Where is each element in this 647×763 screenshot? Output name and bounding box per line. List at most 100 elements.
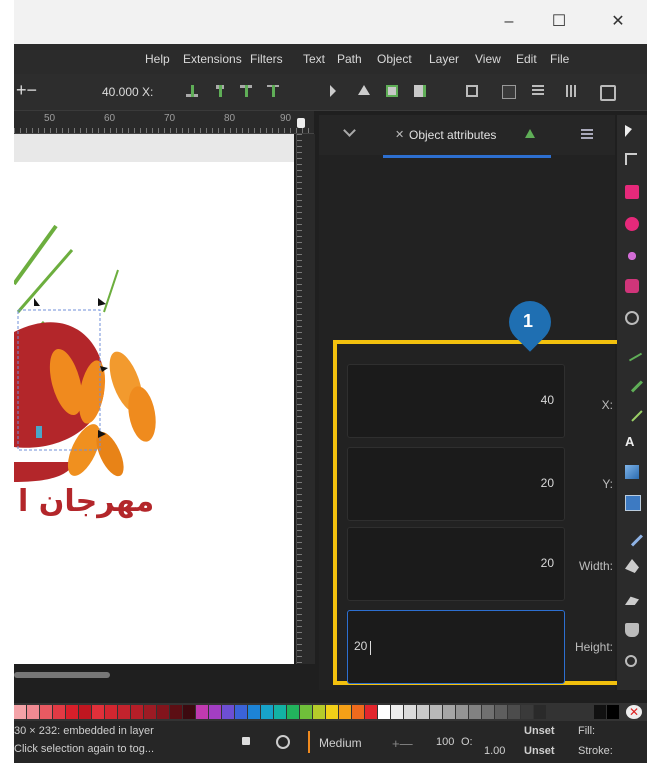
pencil-tool-icon[interactable] xyxy=(621,370,643,393)
text-tool-icon[interactable]: A xyxy=(625,435,639,449)
spray-tool-icon[interactable] xyxy=(625,623,639,637)
swatch[interactable] xyxy=(482,705,494,719)
horizontal-scrollbar[interactable] xyxy=(14,672,110,678)
swatch[interactable] xyxy=(417,705,429,719)
align-center-icon[interactable] xyxy=(214,85,226,97)
pen-tool-icon[interactable] xyxy=(621,340,643,362)
selector-tool-icon[interactable] xyxy=(625,125,632,137)
distribute-icon[interactable] xyxy=(267,85,279,97)
close-button[interactable]: ✕ xyxy=(603,10,633,34)
raise-icon[interactable] xyxy=(386,85,398,97)
swatch[interactable] xyxy=(105,705,117,719)
menu-edit[interactable]: Edit xyxy=(516,44,537,74)
swatch[interactable] xyxy=(508,705,520,719)
swatch[interactable] xyxy=(14,705,26,719)
swatch[interactable] xyxy=(339,705,351,719)
menu-filters[interactable]: Filters xyxy=(250,44,283,74)
chevron-down-icon[interactable] xyxy=(343,124,356,137)
3d-box-tool-icon[interactable] xyxy=(625,279,639,293)
maximize-button[interactable]: ☐ xyxy=(544,10,574,34)
swatch[interactable] xyxy=(66,705,78,719)
lock-icon[interactable] xyxy=(297,118,305,128)
lower-icon[interactable] xyxy=(414,85,426,97)
swatch[interactable] xyxy=(326,705,338,719)
menu-file[interactable]: File xyxy=(550,44,569,74)
swatch[interactable] xyxy=(313,705,325,719)
swatch[interactable] xyxy=(79,705,91,719)
align-top-icon[interactable] xyxy=(240,85,252,97)
swatch[interactable] xyxy=(222,705,234,719)
opacity-value[interactable]: 100 xyxy=(436,736,454,748)
swatch[interactable] xyxy=(261,705,273,719)
swatch[interactable] xyxy=(196,705,208,719)
panel-menu-icon[interactable] xyxy=(581,129,593,139)
swatch[interactable] xyxy=(378,705,390,719)
menu-extensions[interactable]: Extensions xyxy=(183,44,242,74)
swatch[interactable] xyxy=(131,705,143,719)
align-left-icon[interactable] xyxy=(186,85,198,97)
height-field[interactable]: 20 xyxy=(347,610,565,684)
swatch[interactable] xyxy=(27,705,39,719)
swatch[interactable] xyxy=(209,705,221,719)
y-field[interactable]: 20 xyxy=(347,447,565,521)
layer-lock-icon[interactable] xyxy=(242,737,250,745)
menu-text[interactable]: Text xyxy=(303,44,325,74)
swatch[interactable] xyxy=(469,705,481,719)
swatch[interactable] xyxy=(144,705,156,719)
menu-help[interactable]: Help xyxy=(145,44,170,74)
swatch[interactable] xyxy=(352,705,364,719)
swatch[interactable] xyxy=(495,705,507,719)
swatch[interactable] xyxy=(404,705,416,719)
paint-bucket-icon[interactable] xyxy=(625,559,639,573)
zoom-tool-icon[interactable] xyxy=(625,655,637,667)
swatch[interactable] xyxy=(274,705,286,719)
menu-path[interactable]: Path xyxy=(337,44,362,74)
swatch[interactable] xyxy=(521,705,533,719)
rectangle-tool-icon[interactable] xyxy=(625,185,639,199)
stroke-width-value[interactable]: Medium xyxy=(319,736,362,750)
drawing-canvas[interactable]: مهرجان ا xyxy=(14,134,294,664)
eraser-tool-icon[interactable] xyxy=(625,596,639,605)
gradient-tool-icon[interactable] xyxy=(625,465,639,479)
swatch[interactable] xyxy=(235,705,247,719)
snap-bbox-icon[interactable] xyxy=(466,85,478,97)
minimize-button[interactable]: – xyxy=(494,10,524,34)
x-field[interactable]: 40 xyxy=(347,364,565,438)
dropper-tool-icon[interactable] xyxy=(621,524,643,547)
mesh-tool-icon[interactable] xyxy=(625,495,641,511)
swatch[interactable] xyxy=(92,705,104,719)
opacity-slider-icon[interactable]: +— xyxy=(392,736,413,751)
swatch[interactable] xyxy=(456,705,468,719)
node-tool-icon[interactable] xyxy=(625,153,637,165)
snap-grid-icon[interactable] xyxy=(532,85,544,97)
star-tool-icon[interactable] xyxy=(625,249,639,263)
width-field[interactable]: 20 xyxy=(347,527,565,601)
swatch[interactable] xyxy=(157,705,169,719)
tab-object-attributes[interactable]: ✕ Object attributes xyxy=(383,115,551,158)
swatch[interactable] xyxy=(594,705,606,719)
swatch[interactable] xyxy=(391,705,403,719)
swatch[interactable] xyxy=(300,705,312,719)
plus-minus-icon[interactable]: +− xyxy=(16,80,37,101)
swatch[interactable] xyxy=(287,705,299,719)
swatch[interactable] xyxy=(118,705,130,719)
swatch[interactable] xyxy=(40,705,52,719)
snap-guide-icon[interactable] xyxy=(566,85,578,97)
calligraphy-tool-icon[interactable] xyxy=(621,400,643,422)
snap-page-icon[interactable] xyxy=(600,85,616,101)
menu-view[interactable]: View xyxy=(475,44,501,74)
flip-vertical-icon[interactable] xyxy=(358,85,370,95)
swatch[interactable] xyxy=(365,705,377,719)
snap-nodes-icon[interactable] xyxy=(502,85,516,99)
swatch[interactable] xyxy=(183,705,195,719)
layer-visibility-icon[interactable] xyxy=(276,735,290,749)
swatch[interactable] xyxy=(534,705,546,719)
no-paint-icon[interactable]: ✕ xyxy=(626,705,642,719)
menu-layer[interactable]: Layer xyxy=(429,44,459,74)
flip-horizontal-icon[interactable] xyxy=(330,85,336,97)
swatch[interactable] xyxy=(170,705,182,719)
spiral-tool-icon[interactable] xyxy=(625,311,639,325)
swatch[interactable] xyxy=(430,705,442,719)
zoom-value[interactable]: 40.000 xyxy=(102,85,139,99)
swatch[interactable] xyxy=(248,705,260,719)
